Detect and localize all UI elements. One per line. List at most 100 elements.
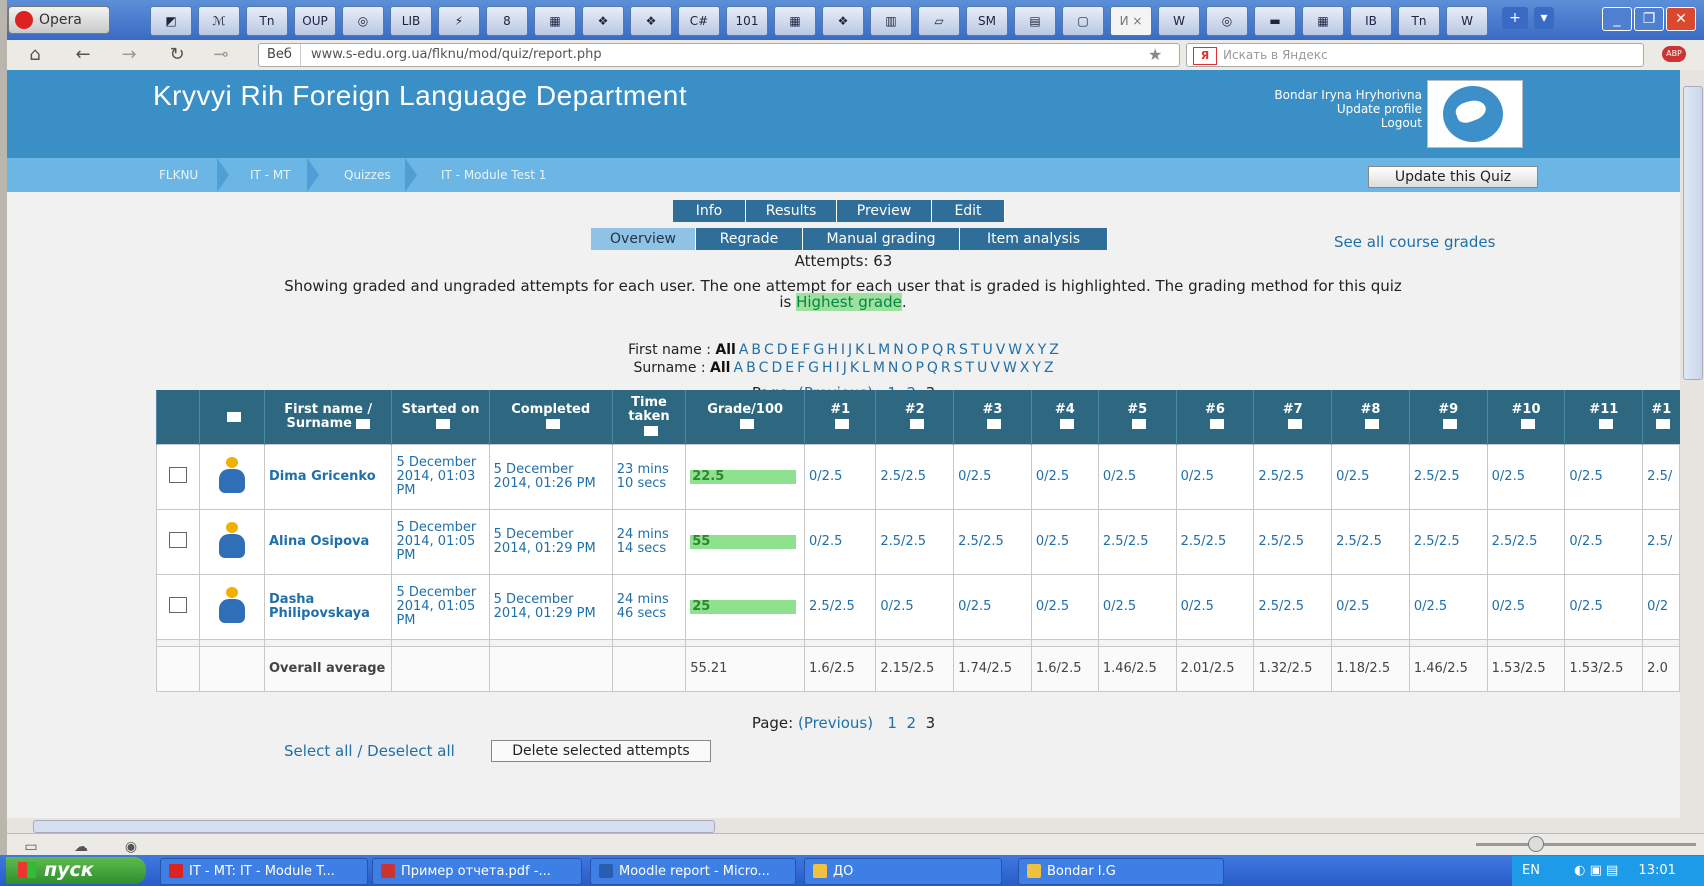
filter-letter[interactable]: V xyxy=(996,342,1006,358)
question-score-link[interactable]: 2.5/2.5 xyxy=(1253,574,1333,640)
collapse-icon[interactable] xyxy=(1598,418,1613,429)
collapse-icon[interactable] xyxy=(909,418,924,429)
browser-tab[interactable]: SM xyxy=(966,6,1008,36)
update-profile-link[interactable]: Update profile xyxy=(1157,102,1422,116)
filter-letter[interactable]: G xyxy=(813,342,824,358)
filter-letter[interactable]: I xyxy=(841,342,845,358)
collapse-icon[interactable] xyxy=(1132,418,1147,429)
pager-page-1[interactable]: 1 xyxy=(887,714,897,732)
filter-letter[interactable]: Z xyxy=(1044,360,1054,376)
browser-tab[interactable]: ◎ xyxy=(342,6,384,36)
filter-letter[interactable]: S xyxy=(959,342,968,358)
header-q4[interactable]: #4 xyxy=(1030,390,1099,445)
question-score-link[interactable]: 0/2.5 xyxy=(804,509,877,575)
address-bar[interactable]: Веб www.s-edu.org.ua/flknu/mod/quiz/repor… xyxy=(258,43,1180,67)
filter-letter[interactable]: N xyxy=(893,342,903,358)
filter-letter[interactable]: Y xyxy=(1032,360,1041,376)
tab-manual-grading[interactable]: Manual grading xyxy=(803,228,960,250)
filter-letter[interactable]: Q xyxy=(932,342,943,358)
bookmark-star-icon[interactable]: ★ xyxy=(1148,45,1162,64)
filter-letter[interactable]: H xyxy=(827,342,838,358)
tab-item-analysis[interactable]: Item analysis xyxy=(960,228,1108,250)
filter-letter[interactable]: R xyxy=(946,342,956,358)
header-name[interactable]: First name / Surname xyxy=(263,390,392,445)
horizontal-scroll-thumb[interactable] xyxy=(33,820,715,833)
header-picture-col[interactable] xyxy=(199,390,265,445)
browser-tab[interactable]: IB xyxy=(1350,6,1392,36)
filter-all[interactable]: All xyxy=(715,342,735,358)
filter-letter[interactable]: U xyxy=(982,342,992,358)
browser-tab[interactable]: ❖ xyxy=(630,6,672,36)
filter-letter[interactable]: L xyxy=(862,360,870,376)
filter-letter[interactable]: F xyxy=(797,360,805,376)
filter-letter[interactable]: N xyxy=(888,360,898,376)
user-avatar-icon[interactable] xyxy=(217,522,247,558)
filter-letter[interactable]: W xyxy=(1003,360,1017,376)
filter-letter[interactable]: L xyxy=(867,342,875,358)
filter-letter[interactable]: D xyxy=(771,360,782,376)
filter-letter[interactable]: J xyxy=(848,342,852,358)
collapse-icon[interactable] xyxy=(1656,418,1671,429)
filter-letter[interactable]: B xyxy=(746,360,756,376)
clock[interactable]: 13:01 xyxy=(1638,863,1675,878)
filter-letter[interactable]: I xyxy=(836,360,840,376)
question-score-link[interactable]: 2.5/ xyxy=(1642,444,1680,510)
question-score-link[interactable]: 2.5/2.5 xyxy=(953,509,1032,575)
browser-tab[interactable]: ▬ xyxy=(1254,6,1296,36)
browser-tab[interactable]: ▤ xyxy=(1014,6,1056,36)
completed-link[interactable]: 5 December 2014, 01:29 PM xyxy=(488,574,613,640)
question-score-link[interactable]: 0/2.5 xyxy=(1175,444,1255,510)
filter-letter[interactable]: R xyxy=(941,360,951,376)
browser-tab[interactable]: W xyxy=(1446,6,1488,36)
filter-all[interactable]: All xyxy=(710,360,730,376)
question-score-link[interactable]: 0/2.5 xyxy=(1175,574,1255,640)
row-checkbox[interactable] xyxy=(169,597,188,613)
filter-letter[interactable]: C xyxy=(759,360,769,376)
completed-link[interactable]: 5 December 2014, 01:26 PM xyxy=(488,444,613,510)
header-grade[interactable]: Grade/100 xyxy=(685,390,805,445)
new-tab-button[interactable]: + xyxy=(1502,7,1528,29)
question-score-link[interactable]: 2.5/2.5 xyxy=(1253,509,1333,575)
browser-tab[interactable]: C# xyxy=(678,6,720,36)
pager-previous[interactable]: (Previous) xyxy=(798,714,873,732)
minimize-button[interactable]: _ xyxy=(1602,7,1632,31)
vertical-scroll-thumb[interactable] xyxy=(1683,86,1703,380)
question-score-link[interactable]: 0/2.5 xyxy=(1331,444,1410,510)
user-name-link[interactable]: Dasha Philipovskaya xyxy=(263,574,393,640)
question-score-link[interactable]: 0/2.5 xyxy=(1097,574,1177,640)
tab-overview[interactable]: Overview xyxy=(591,228,696,250)
close-window-button[interactable]: ✕ xyxy=(1666,7,1696,31)
collapse-icon[interactable] xyxy=(1521,418,1536,429)
browser-tab[interactable]: ⚡ xyxy=(438,6,480,36)
header-q11[interactable]: #11 xyxy=(1564,390,1643,445)
browser-tab[interactable]: ◩ xyxy=(150,6,192,36)
browser-tab[interactable]: ▥ xyxy=(870,6,912,36)
browser-tab[interactable]: ❖ xyxy=(582,6,624,36)
browser-tab[interactable]: Tn xyxy=(246,6,288,36)
grade-link[interactable]: 22.5 xyxy=(690,470,797,484)
update-quiz-button[interactable]: Update this Quiz xyxy=(1368,166,1538,188)
question-score-link[interactable]: 0/2.5 xyxy=(953,574,1032,640)
collapse-icon[interactable] xyxy=(1365,418,1380,429)
home-icon[interactable]: ⌂ xyxy=(22,44,48,66)
filter-letter[interactable]: Q xyxy=(927,360,938,376)
taskbar-task[interactable]: Пример отчета.pdf -... xyxy=(372,858,582,885)
header-time-taken[interactable]: Time taken xyxy=(611,390,686,445)
restore-button[interactable]: ❐ xyxy=(1634,7,1664,31)
browser-tab[interactable]: ◎ xyxy=(1206,6,1248,36)
question-score-link[interactable]: 2.5/2.5 xyxy=(804,574,877,640)
filter-letter[interactable]: Z xyxy=(1049,342,1059,358)
zoom-slider[interactable] xyxy=(1476,843,1696,846)
filter-letter[interactable]: F xyxy=(802,342,810,358)
question-score-link[interactable]: 0/2.5 xyxy=(1030,509,1099,575)
browser-tab[interactable]: ▢ xyxy=(1062,6,1104,36)
filter-letter[interactable]: H xyxy=(822,360,833,376)
browser-tab[interactable]: ▦ xyxy=(534,6,576,36)
header-q10[interactable]: #10 xyxy=(1486,390,1565,445)
search-input[interactable]: Я Искать в Яндекс xyxy=(1186,43,1644,67)
filter-letter[interactable]: P xyxy=(921,342,929,358)
collapse-icon[interactable] xyxy=(1209,418,1224,429)
filter-letter[interactable]: D xyxy=(777,342,788,358)
grade-link[interactable]: 25 xyxy=(690,600,797,614)
collapse-icon[interactable] xyxy=(1287,418,1302,429)
